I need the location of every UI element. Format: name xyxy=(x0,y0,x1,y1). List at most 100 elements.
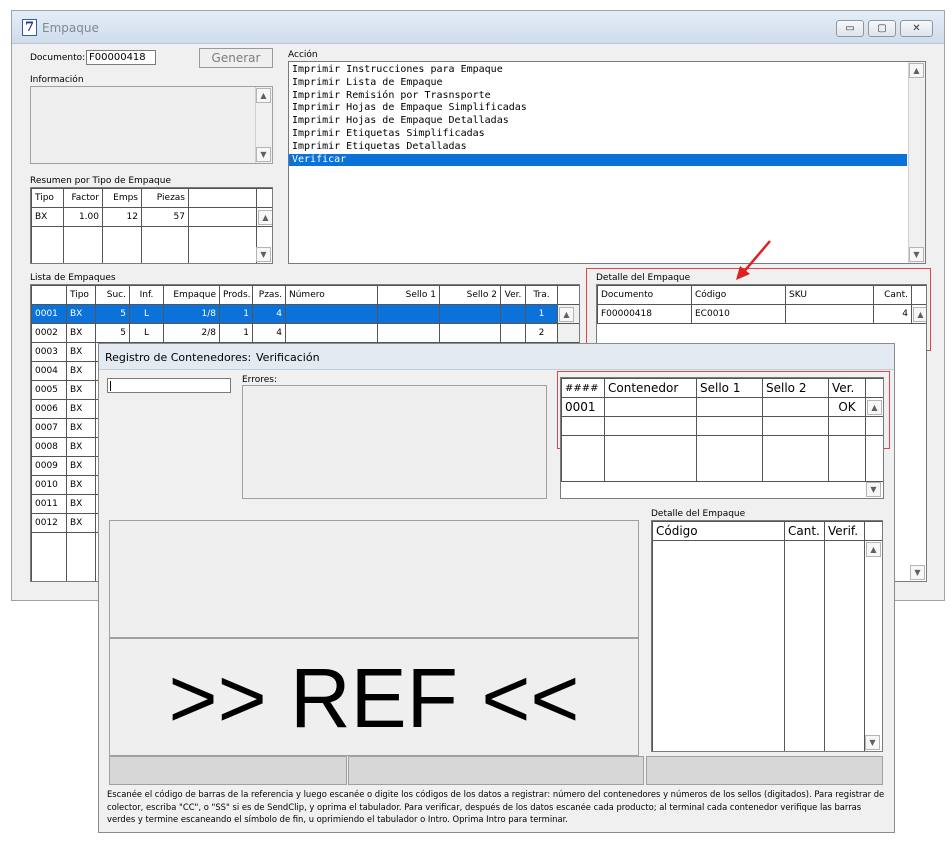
detalle-main-label: Detalle del Empaque xyxy=(596,273,691,283)
accion-item[interactable]: Verificar xyxy=(289,153,907,167)
generar-button[interactable]: Generar xyxy=(199,48,273,68)
close-icon[interactable]: ✕ xyxy=(900,20,933,37)
scroll-up-icon[interactable]: ▲ xyxy=(866,542,881,557)
accion-list[interactable]: Imprimir Instrucciones para Empaque Impri… xyxy=(288,61,926,264)
lista-col: Inf. xyxy=(129,285,164,305)
cell: 4 xyxy=(252,323,286,343)
scroll-up-icon[interactable]: ▲ xyxy=(909,63,924,78)
lista-col: Prods. xyxy=(219,285,253,305)
cell: BX xyxy=(66,475,96,495)
cell: EC0010 xyxy=(691,304,786,324)
table-row[interactable]: 0001 OK ▲ xyxy=(561,397,883,417)
cell: BX xyxy=(66,456,96,476)
col-ver: Ver. xyxy=(828,378,866,398)
accion-item[interactable]: Imprimir Instrucciones para Empaque xyxy=(289,64,907,77)
cell: 0009 xyxy=(31,456,67,476)
accion-item[interactable]: Imprimir Hojas de Empaque Simplificadas xyxy=(289,102,907,115)
cell: 0012 xyxy=(31,513,67,533)
scroll-up-icon[interactable]: ▲ xyxy=(867,399,882,415)
dialog-title-bar[interactable]: Registro de Contenedores: Verificación xyxy=(99,344,894,370)
informacion-label: Información xyxy=(30,75,84,85)
cell: 5 xyxy=(95,304,130,324)
accion-item[interactable]: Imprimir Remisión por Trasnsporte xyxy=(289,90,907,103)
cell: 0006 xyxy=(31,399,67,419)
cell xyxy=(762,397,829,417)
documento-field[interactable]: F00000418 xyxy=(86,50,156,65)
scroll-down-icon[interactable]: ▼ xyxy=(910,565,925,580)
cell: BX xyxy=(66,513,96,533)
scroll-up-icon[interactable]: ▲ xyxy=(559,306,574,322)
lista-label: Lista de Empaques xyxy=(30,273,116,283)
cell: 0002 xyxy=(31,323,67,343)
col-sku: SKU xyxy=(785,285,874,305)
lista-col: Ver. xyxy=(500,285,526,305)
col-emps: Emps xyxy=(102,188,142,208)
cell: 0010 xyxy=(31,475,67,495)
scroll-up-icon[interactable]: ▲ xyxy=(913,306,926,322)
accion-label: Acción xyxy=(288,50,318,60)
title-bar[interactable]: 7 Empaque ▭ ▢ ✕ xyxy=(12,11,944,44)
informacion-box[interactable]: ▲ ▼ xyxy=(30,86,273,164)
lista-col: Sello 2 xyxy=(439,285,501,305)
minimize-icon[interactable]: ▭ xyxy=(836,20,864,37)
scroll-down-icon[interactable]: ▼ xyxy=(256,247,271,262)
cell: 1/8 xyxy=(163,304,220,324)
contenedores-table: #### Contenedor Sello 1 Sello 2 Ver. 0001 OK ▲… xyxy=(560,377,884,499)
col-contenedor: Contenedor xyxy=(604,378,697,398)
cell: 1 xyxy=(219,304,253,324)
cell: 1.00 xyxy=(63,207,103,227)
scan-input[interactable] xyxy=(107,378,231,393)
col-sello1: Sello 1 xyxy=(696,378,763,398)
table-row[interactable]: 0001 BX 5 L 1/8 1 4 1 ▲ xyxy=(31,304,579,324)
cell: 0011 xyxy=(31,494,67,514)
maximize-icon[interactable]: ▢ xyxy=(868,20,896,37)
col-verif: Verif. xyxy=(824,521,865,541)
table-row[interactable]: 0002 BX 5 L 2/8 1 4 2 xyxy=(31,323,579,343)
cell: 4 xyxy=(252,304,286,324)
message-panel xyxy=(109,520,639,638)
scroll-up-icon[interactable]: ▲ xyxy=(258,209,272,225)
cell: 0004 xyxy=(31,361,67,381)
col-numero: #### xyxy=(561,378,605,398)
cell: 57 xyxy=(141,207,189,227)
cell: 5 xyxy=(95,323,130,343)
status-bar-3 xyxy=(646,756,883,785)
lista-col xyxy=(31,285,67,305)
table-row[interactable]: BX 1.00 12 57 ▲ xyxy=(31,207,272,227)
accion-item[interactable]: Imprimir Hojas de Empaque Detalladas xyxy=(289,115,907,128)
accion-scrollbar[interactable]: ▲ ▼ xyxy=(908,62,925,263)
resumen-label: Resumen por Tipo de Empaque xyxy=(30,176,171,186)
dialog-mode: Verificación xyxy=(256,351,320,364)
accion-item[interactable]: Imprimir Etiquetas Simplificadas xyxy=(289,128,907,141)
lista-col: Tipo xyxy=(66,285,96,305)
col-cant: Cant. xyxy=(873,285,912,305)
cell: BX xyxy=(66,342,96,362)
cell: BX xyxy=(66,399,96,419)
registro-dialog: Registro de Contenedores: Verificación E… xyxy=(98,343,895,833)
cell: L xyxy=(129,323,164,343)
cell: BX xyxy=(66,304,96,324)
lista-col: Número xyxy=(285,285,378,305)
accion-item[interactable]: Imprimir Lista de Empaque xyxy=(289,77,907,90)
scroll-down-icon[interactable]: ▼ xyxy=(256,147,271,162)
scroll-down-icon[interactable]: ▼ xyxy=(909,247,924,262)
lista-col: Empaque xyxy=(163,285,220,305)
errores-label: Errores: xyxy=(242,375,277,385)
col-codigo: Código xyxy=(652,521,785,541)
cell xyxy=(377,304,440,324)
cell: 0001 xyxy=(31,304,67,324)
cell xyxy=(500,323,526,343)
scroll-down-icon[interactable]: ▼ xyxy=(866,482,881,497)
info-scrollbar[interactable]: ▲ ▼ xyxy=(255,87,272,163)
cell: BX xyxy=(66,437,96,457)
scroll-down-icon[interactable]: ▼ xyxy=(865,735,880,750)
cell xyxy=(696,397,763,417)
lista-col: Sello 1 xyxy=(377,285,440,305)
dialog-detalle-label: Detalle del Empaque xyxy=(651,509,746,519)
cell xyxy=(377,323,440,343)
table-row[interactable]: F00000418 EC0010 4 ▲ xyxy=(597,304,926,324)
scroll-up-icon[interactable]: ▲ xyxy=(256,88,271,103)
accion-item[interactable]: Imprimir Etiquetas Detalladas xyxy=(289,141,907,154)
cell: BX xyxy=(66,361,96,381)
instructions-text: Escanée el código de barras de la refere… xyxy=(107,789,885,824)
